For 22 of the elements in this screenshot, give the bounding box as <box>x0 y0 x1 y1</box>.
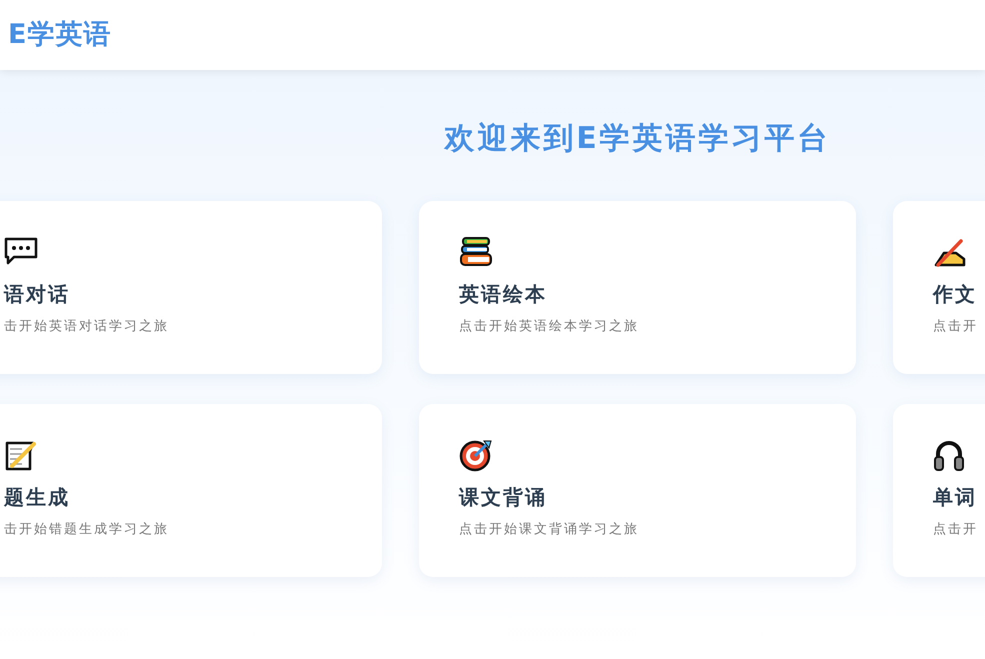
card-title: 单词 <box>933 486 978 511</box>
headphones-icon <box>933 438 967 472</box>
feature-card[interactable]: 题生成 击开始错题生成学习之旅 <box>0 404 382 577</box>
feature-card[interactable]: 单词 点击开 <box>893 404 985 577</box>
card-title: 题生成 <box>4 486 71 511</box>
feature-card[interactable]: 作文 点击开 <box>893 201 985 374</box>
card-description: 点击开始英语绘本学习之旅 <box>459 317 640 335</box>
card-title: 英语绘本 <box>459 283 548 308</box>
books-icon <box>459 235 493 269</box>
card-description: 点击开始课文背诵学习之旅 <box>459 520 640 538</box>
card-title: 语对话 <box>4 283 71 308</box>
target-icon <box>459 438 493 472</box>
card-title: 课文背诵 <box>459 486 548 511</box>
card-description: 击开始英语对话学习之旅 <box>4 317 170 335</box>
page-heading: 欢迎来到E学英语学习平台 <box>442 120 832 158</box>
card-title: 作文 <box>933 282 978 308</box>
feature-card[interactable]: 英语绘本 点击开始英语绘本学习之旅 <box>419 201 856 374</box>
card-description: 点击开 <box>933 317 979 335</box>
card-description: 击开始错题生成学习之旅 <box>4 520 170 538</box>
card-description: 点击开 <box>933 520 979 538</box>
feature-card[interactable]: 语对话 击开始英语对话学习之旅 <box>0 201 382 374</box>
feature-card[interactable]: 课文背诵 点击开始课文背诵学习之旅 <box>419 404 856 577</box>
